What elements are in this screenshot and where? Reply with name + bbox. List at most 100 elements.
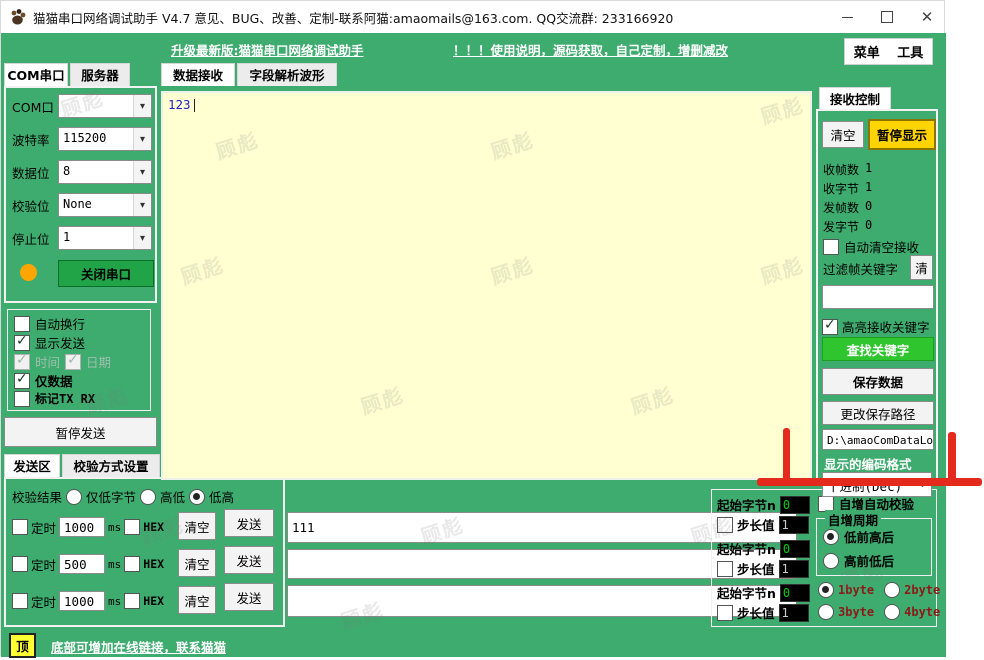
minimize-button[interactable]: [840, 10, 854, 24]
step1-input[interactable]: 1: [779, 516, 809, 534]
app-body: 升级最新版:猫猫串口网络调试助手 ！！！使用说明，源码获取，自己定制，增删减改 …: [1, 33, 946, 657]
upgrade-link[interactable]: 升级最新版:猫猫串口网络调试助手: [171, 40, 364, 59]
dropdown-arrow-icon[interactable]: [133, 161, 151, 183]
hex1-checkbox[interactable]: [124, 519, 140, 535]
step3-checkbox[interactable]: [717, 605, 733, 621]
tab-com-serial[interactable]: COM串口: [4, 63, 68, 86]
dropdown-arrow-icon[interactable]: [133, 194, 151, 216]
start-byte2-input[interactable]: 0: [780, 540, 810, 558]
serial-settings-panel: COM口 波特率 115200 数据位 8 校验位 None: [4, 86, 157, 303]
baud-rate-label: 波特率: [12, 130, 50, 149]
auto-clear-checkbox[interactable]: [823, 239, 839, 255]
scroll-top-button[interactable]: 顶: [9, 633, 36, 658]
timer3-label: 定时: [31, 592, 56, 611]
mode-low-high-radio[interactable]: [189, 489, 205, 505]
help-link[interactable]: ！！！使用说明，源码获取，自己定制，增删减改: [453, 40, 728, 59]
receive-clear-button[interactable]: 清空: [822, 121, 864, 148]
order-low-first-option[interactable]: 低前高后: [823, 527, 894, 546]
send1-button[interactable]: 发送: [224, 509, 274, 537]
timer2-label: 定时: [31, 555, 56, 574]
change-path-button[interactable]: 更改保存路径: [822, 401, 934, 425]
save-data-button[interactable]: 保存数据: [822, 368, 934, 395]
text-caret: [194, 99, 195, 112]
save-path-field[interactable]: D:\amaoComDataLo: [822, 429, 934, 450]
tab-receive-data[interactable]: 数据接收: [161, 63, 235, 86]
dropdown-arrow-icon[interactable]: [133, 128, 151, 150]
app-icon: [9, 8, 27, 26]
mode-low-byte-radio[interactable]: [66, 489, 82, 505]
send2-button[interactable]: 发送: [224, 546, 274, 574]
clear1-button[interactable]: 清空: [178, 512, 216, 540]
start-byte1-input[interactable]: 0: [780, 496, 810, 514]
timer1-interval-input[interactable]: [59, 517, 105, 537]
tab-server[interactable]: 服务器: [70, 63, 130, 86]
hex3-checkbox[interactable]: [124, 593, 140, 609]
auto-clear-label: 自动清空接收: [844, 237, 919, 256]
hex1-label: HEX: [143, 520, 164, 534]
order-high-first-option[interactable]: 高前低后: [823, 551, 894, 570]
timer3-interval-input[interactable]: [59, 591, 105, 611]
baud-rate-select[interactable]: 115200: [58, 127, 152, 151]
show-send-option[interactable]: 显示发送: [14, 333, 85, 352]
time-checkbox[interactable]: [14, 354, 30, 370]
step2-checkbox[interactable]: [717, 561, 733, 577]
data-only-option[interactable]: 仅数据: [14, 371, 73, 390]
mark-txrx-option[interactable]: 标记TX RX: [14, 390, 95, 407]
maximize-button[interactable]: [880, 10, 894, 24]
com-port-select[interactable]: [58, 94, 152, 118]
byte-2-radio[interactable]: [884, 582, 900, 598]
parity-label: 校验位: [12, 196, 50, 215]
mark-txrx-checkbox[interactable]: [14, 391, 30, 407]
footer-link[interactable]: 底部可增加在线链接，联系猫猫: [51, 637, 226, 656]
stop-bits-select[interactable]: 1: [58, 226, 152, 250]
menu-button[interactable]: 菜单: [854, 42, 880, 61]
pause-display-button[interactable]: 暂停显示: [868, 119, 936, 150]
data-only-checkbox[interactable]: [14, 373, 30, 389]
stop-bits-value: 1: [59, 227, 133, 249]
send3-button[interactable]: 发送: [224, 583, 274, 611]
timer3-checkbox[interactable]: [12, 593, 28, 609]
order-low-first-radio[interactable]: [823, 529, 839, 545]
tab-receive-control[interactable]: 接收控制: [819, 87, 891, 110]
close-button[interactable]: ✕: [920, 10, 934, 24]
dropdown-arrow-icon[interactable]: [133, 95, 151, 117]
hex2-checkbox[interactable]: [124, 556, 140, 572]
parity-select[interactable]: None: [58, 193, 152, 217]
mode-high-low-radio[interactable]: [140, 489, 156, 505]
data-bits-select[interactable]: 8: [58, 160, 152, 184]
dropdown-arrow-icon[interactable]: [133, 227, 151, 249]
timer2-interval-input[interactable]: [59, 554, 105, 574]
byte-1-radio[interactable]: [818, 582, 834, 598]
receive-text-area[interactable]: 123: [161, 91, 812, 480]
date-checkbox[interactable]: [65, 354, 81, 370]
step2-input[interactable]: 1: [779, 560, 809, 578]
step1-checkbox[interactable]: [717, 517, 733, 533]
tab-checksum-settings[interactable]: 校验方式设置: [62, 454, 160, 477]
byte-4-radio[interactable]: [884, 604, 900, 620]
show-send-checkbox[interactable]: [14, 335, 30, 351]
highlight-option[interactable]: 高亮接收关键字: [822, 317, 930, 336]
auto-newline-option[interactable]: 自动换行: [14, 314, 85, 333]
tools-button[interactable]: 工具: [897, 42, 923, 61]
time-date-option[interactable]: 时间 日期: [14, 352, 111, 371]
timer1-checkbox[interactable]: [12, 519, 28, 535]
find-keyword-button[interactable]: 查找关键字: [822, 337, 934, 361]
timer2-checkbox[interactable]: [12, 556, 28, 572]
step3-input[interactable]: 1: [779, 604, 809, 622]
red-annotation-horizontal-line: [757, 478, 982, 486]
highlight-checkbox[interactable]: [822, 319, 838, 335]
auto-newline-checkbox[interactable]: [14, 316, 30, 332]
byte-3-radio[interactable]: [818, 604, 834, 620]
tab-send-area[interactable]: 发送区: [4, 454, 60, 477]
filter-keyword-input[interactable]: [822, 285, 934, 309]
start-byte3-input[interactable]: 0: [780, 584, 810, 602]
stat-rx-frames-label: 收帧数: [823, 161, 859, 178]
auto-clear-option[interactable]: 自动清空接收: [823, 237, 919, 256]
clear2-button[interactable]: 清空: [178, 549, 216, 577]
clear3-button[interactable]: 清空: [178, 586, 216, 614]
order-high-first-radio[interactable]: [823, 553, 839, 569]
pause-send-button[interactable]: 暂停发送: [4, 417, 157, 447]
tab-waveform[interactable]: 字段解析波形: [237, 63, 337, 86]
close-serial-button[interactable]: 关闭串口: [58, 260, 154, 287]
filter-clear-button[interactable]: 清: [910, 255, 933, 280]
